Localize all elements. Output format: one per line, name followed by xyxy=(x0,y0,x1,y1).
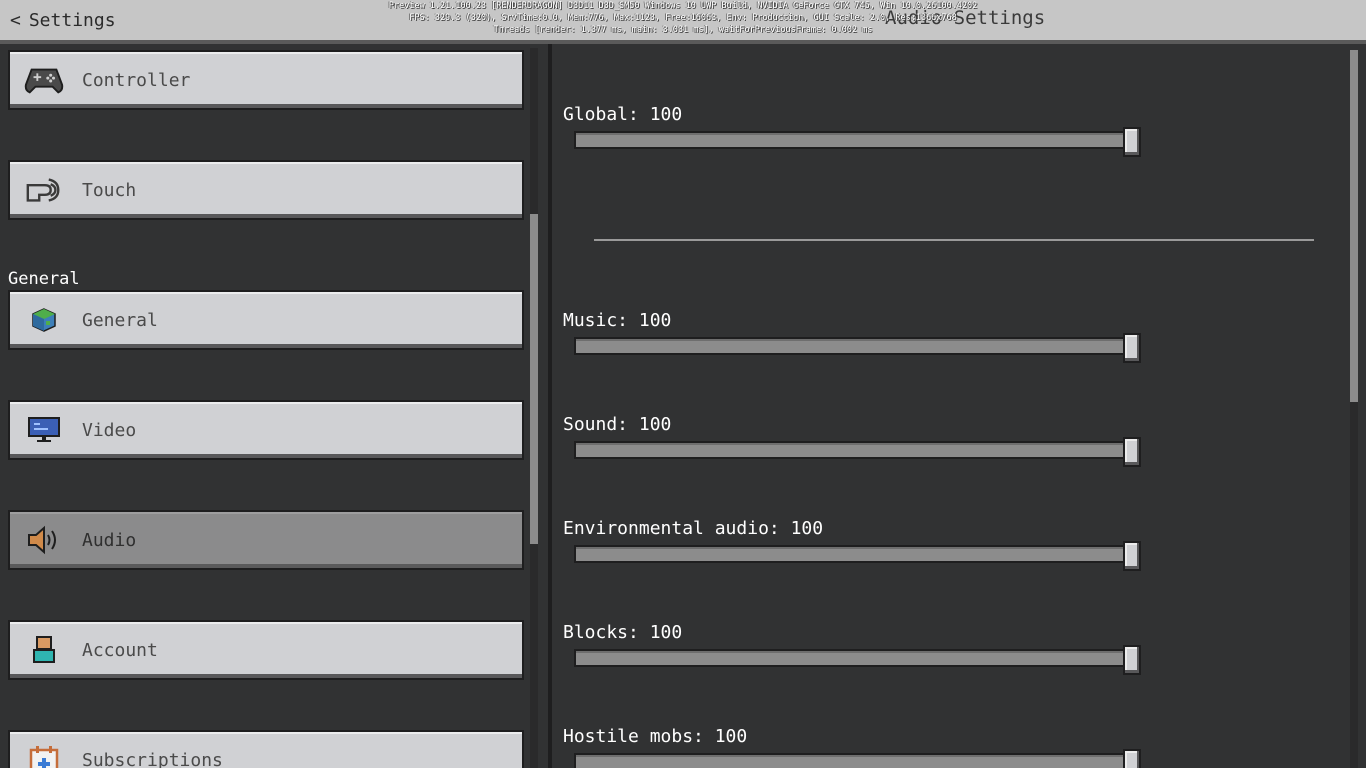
slider-label: Global: 100 xyxy=(563,104,683,125)
settings-sidebar: Controller Touch General General Video A… xyxy=(0,44,548,768)
slider-handle[interactable] xyxy=(1123,749,1141,768)
section-divider xyxy=(594,239,1314,241)
sidebar-item-subscriptions[interactable]: Subscriptions xyxy=(8,730,524,768)
touch-icon xyxy=(24,172,64,208)
monitor-icon xyxy=(24,412,64,448)
sidebar-item-label: Video xyxy=(82,419,137,441)
debug-overlay: Preview 1.21.100.23 [RENDERDRAGON] D3D11… xyxy=(0,0,1366,36)
sidebar-item-label: Touch xyxy=(82,179,137,201)
sidebar-item-label: Account xyxy=(82,639,158,661)
slider-track[interactable] xyxy=(574,645,1141,675)
debug-line: Threads [render: 1.377 ms, main: 3.031 m… xyxy=(493,25,873,35)
person-icon xyxy=(24,632,64,668)
sidebar-item-label: General xyxy=(82,309,158,331)
slider-label: Environmental audio: 100 xyxy=(563,518,824,539)
calendar-plus-icon xyxy=(24,742,64,768)
slider-global: Global: 100 xyxy=(563,103,1153,157)
debug-line: FPS: 329.3 (320), SrvTime:0.0, Mem:776, … xyxy=(409,13,957,23)
sidebar-item-label: Controller xyxy=(82,69,191,91)
slider-handle[interactable] xyxy=(1123,541,1141,571)
slider-label: Sound: 100 xyxy=(563,414,672,435)
sidebar-item-audio[interactable]: Audio xyxy=(8,510,524,570)
speaker-icon xyxy=(24,522,64,558)
slider-track[interactable] xyxy=(574,127,1141,157)
sidebar-item-label: Audio xyxy=(82,529,137,551)
settings-scrollbar-thumb[interactable] xyxy=(1350,50,1358,402)
slider-handle[interactable] xyxy=(1123,437,1141,467)
slider-music: Music: 100 xyxy=(563,309,1153,363)
slider-sound: Sound: 100 xyxy=(563,413,1153,467)
sidebar-item-video[interactable]: Video xyxy=(8,400,524,460)
sidebar-item-controller[interactable]: Controller xyxy=(8,50,524,110)
slider-track[interactable] xyxy=(574,333,1141,363)
sidebar-scrollbar-thumb[interactable] xyxy=(530,214,538,544)
sidebar-item-general[interactable]: General xyxy=(8,290,524,350)
slider-environmental-audio: Environmental audio: 100 xyxy=(563,517,1153,571)
sidebar-item-label: Subscriptions xyxy=(82,749,223,768)
controller-icon xyxy=(24,62,64,98)
slider-track[interactable] xyxy=(574,749,1141,768)
audio-settings-panel: Global: 100 Music: 100 Sound: 100 Enviro… xyxy=(552,44,1366,768)
header-bar: < Settings Audio Settings Preview 1.21.1… xyxy=(0,0,1366,44)
sidebar-item-account[interactable]: Account xyxy=(8,620,524,680)
section-heading-general: General xyxy=(8,269,80,289)
slider-blocks: Blocks: 100 xyxy=(563,621,1153,675)
sidebar-item-touch[interactable]: Touch xyxy=(8,160,524,220)
slider-handle[interactable] xyxy=(1123,127,1141,157)
debug-line: Preview 1.21.100.23 [RENDERDRAGON] D3D11… xyxy=(388,1,978,11)
slider-label: Hostile mobs: 100 xyxy=(563,726,748,747)
slider-hostile-mobs: Hostile mobs: 100 xyxy=(563,725,1153,768)
slider-handle[interactable] xyxy=(1123,333,1141,363)
slider-track[interactable] xyxy=(574,541,1141,571)
globe-cube-icon xyxy=(24,302,64,338)
slider-label: Music: 100 xyxy=(563,310,672,331)
slider-label: Blocks: 100 xyxy=(563,622,683,643)
slider-track[interactable] xyxy=(574,437,1141,467)
slider-handle[interactable] xyxy=(1123,645,1141,675)
